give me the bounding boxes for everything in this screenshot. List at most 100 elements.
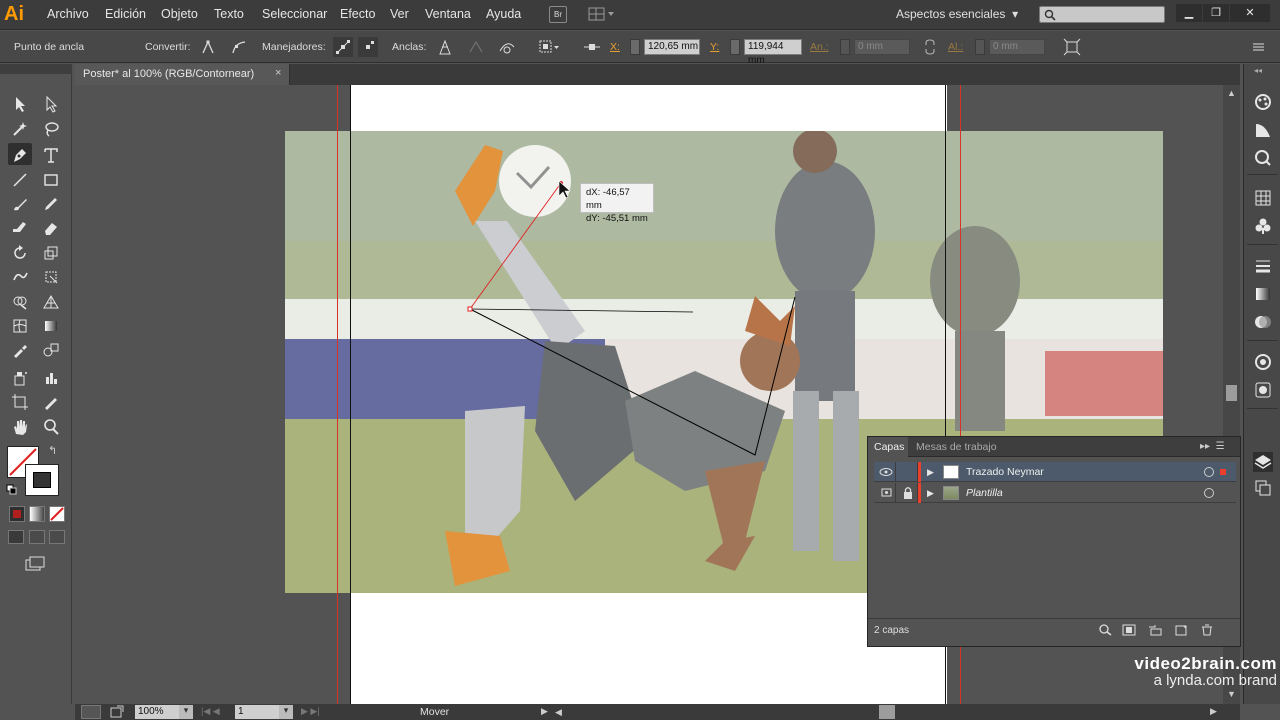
warp-tool-icon[interactable] [8,265,32,287]
y-spinner[interactable] [730,39,740,55]
draw-inside-icon[interactable] [49,530,65,544]
connect-anchors-icon[interactable] [466,37,486,57]
draw-behind-icon[interactable] [29,530,45,544]
toolbar-grip[interactable] [0,64,72,74]
perspective-grid-tool-icon[interactable] [39,290,63,312]
gradient-mode-icon[interactable] [29,506,45,522]
menu-ayuda[interactable]: Ayuda [486,7,521,21]
status-menu-icon[interactable]: ▶ [541,706,548,717]
restore-button[interactable]: ❐ [1203,4,1229,22]
layer-row-trazado-neymar[interactable]: ▶ Trazado Neymar [874,462,1236,482]
next-artboard-icon[interactable]: ▶ ▶| [301,706,320,717]
eyedropper-tool-icon[interactable] [8,338,32,360]
y-field[interactable]: 119,944 mm [744,39,802,66]
pencil-tool-icon[interactable] [39,192,63,214]
menu-archivo[interactable]: Archivo [47,7,89,21]
mesh-tool-icon[interactable] [8,314,32,336]
x-spinner[interactable] [630,39,640,55]
delete-layer-icon[interactable] [1200,624,1214,636]
swap-fill-stroke-icon[interactable]: ↰ [48,444,62,458]
clipping-mask-icon[interactable] [1122,624,1136,636]
export-icon[interactable] [109,705,125,719]
free-transform-tool-icon[interactable] [39,265,63,287]
template-visibility-icon[interactable] [876,483,896,503]
new-layer-icon[interactable] [1174,624,1188,636]
menu-edicion[interactable]: Edición [105,7,146,21]
expand-triangle-icon[interactable]: ▶ [927,488,934,499]
convert-corner-icon[interactable] [198,37,218,57]
layer-name[interactable]: Trazado Neymar [966,466,1044,478]
visibility-eye-icon[interactable] [876,462,896,482]
width-field[interactable]: 0 mm [854,39,910,55]
eraser-tool-icon[interactable] [39,216,63,238]
lock-toggle[interactable] [898,462,918,482]
stroke-swatch[interactable] [25,464,59,496]
zoom-dropdown-icon[interactable]: ▾ [179,705,193,719]
blob-brush-tool-icon[interactable] [8,216,32,238]
stroke-panel-icon[interactable] [1253,256,1273,276]
transform-icon[interactable] [1062,37,1082,57]
menu-texto[interactable]: Texto [214,7,244,21]
gradient-tool-icon[interactable] [39,314,63,336]
close-window-button[interactable]: ✕ [1230,4,1270,22]
type-tool-icon[interactable] [39,143,63,165]
pen-tool-icon[interactable] [8,143,32,165]
dock-collapse-icon[interactable]: ◂◂ [1254,66,1262,75]
tab-capas[interactable]: Capas [868,437,908,457]
slice-tool-icon[interactable] [39,390,63,412]
appearance-panel-icon[interactable] [1253,352,1273,372]
height-spinner[interactable] [975,39,985,55]
remove-anchor-icon[interactable] [435,37,455,57]
control-menu-icon[interactable] [1248,37,1268,57]
hide-handles-icon[interactable] [358,37,378,57]
new-sublayer-icon[interactable] [1148,624,1162,636]
minimize-button[interactable]: ▁ [1176,4,1202,22]
color-mode-icon[interactable] [9,506,25,522]
screen-mode-icon[interactable] [24,556,46,572]
show-handles-icon[interactable] [333,37,353,57]
symbol-sprayer-tool-icon[interactable] [8,366,32,388]
none-mode-icon[interactable] [49,506,65,522]
default-fill-stroke-icon[interactable] [6,484,18,496]
blend-tool-icon[interactable] [39,338,63,360]
layers-panel-icon[interactable] [1253,452,1273,472]
scroll-right-icon[interactable]: ▶ [1210,706,1217,717]
line-tool-icon[interactable] [8,168,32,190]
selection-indicator[interactable] [1220,469,1226,475]
transparency-panel-icon[interactable] [1253,312,1273,332]
hand-tool-icon[interactable] [8,415,32,437]
x-field[interactable]: 120,65 mm [644,39,700,55]
menu-objeto[interactable]: Objeto [161,7,198,21]
layer-name[interactable]: Plantilla [966,487,1003,499]
menu-seleccionar[interactable]: Seleccionar [262,7,327,21]
workspace-selector[interactable]: Aspectos esenciales ▾ [896,7,1018,21]
direct-selection-tool-icon[interactable] [39,92,63,114]
tab-mesas-de-trabajo[interactable]: Mesas de trabajo [916,441,997,453]
lasso-tool-icon[interactable] [39,117,63,139]
magic-wand-tool-icon[interactable] [8,117,32,139]
draw-normal-icon[interactable] [8,530,24,544]
gradient-panel-icon[interactable] [1253,284,1273,304]
help-search-input[interactable] [1039,6,1165,23]
menu-ventana[interactable]: Ventana [425,7,471,21]
panel-menu-icon[interactable]: ▸▸ ☰ [1200,441,1225,452]
cut-path-icon[interactable] [497,37,517,57]
zoom-tool-icon[interactable] [39,415,63,437]
isolate-object-icon[interactable] [537,37,559,57]
height-field[interactable]: 0 mm [989,39,1045,55]
align-icon[interactable] [582,37,602,57]
lock-icon[interactable] [898,483,918,503]
bridge-button[interactable]: Br [549,6,567,23]
target-circle-icon[interactable] [1204,467,1214,477]
expand-triangle-icon[interactable]: ▶ [927,467,934,478]
scroll-left-icon[interactable]: ◀ [555,707,562,718]
color-themes-icon[interactable] [1253,148,1273,168]
scroll-up-icon[interactable]: ▲ [1227,88,1236,98]
artboard-tool-icon[interactable] [8,390,32,412]
first-artboard-icon[interactable]: |◀ ◀ [201,706,220,717]
color-panel-icon[interactable] [1253,92,1273,112]
vertical-scroll-thumb[interactable] [1226,385,1237,401]
status-options-icon[interactable] [81,705,101,719]
rotate-tool-icon[interactable] [8,241,32,263]
horizontal-scroll-thumb[interactable] [879,705,895,719]
